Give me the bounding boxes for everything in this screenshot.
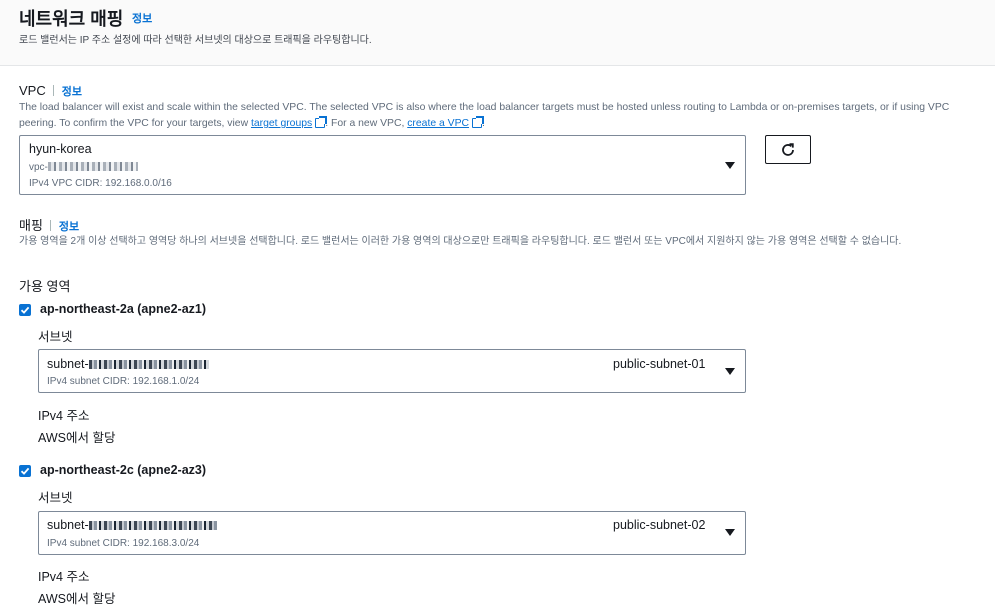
az-1-subnet-id: subnet- (47, 357, 209, 371)
vpc-select[interactable]: hyun-korea vpc- IPv4 VPC CIDR: 192.168.0… (19, 135, 746, 195)
mapping-label: 매핑 (19, 218, 43, 233)
az-1-subnet-cidr: IPv4 subnet CIDR: 192.168.1.0/24 (47, 376, 200, 387)
vpc-description: The load balancer will exist and scale w… (19, 100, 989, 132)
az-2-subnet-id: subnet- (47, 518, 217, 532)
az-2-ipv4-value: AWS에서 할당 (38, 592, 116, 606)
create-vpc-link[interactable]: create a VPC (407, 116, 485, 129)
caret-down-icon (725, 162, 735, 169)
az-2-subnet-label: 서브넷 (38, 491, 73, 505)
refresh-button[interactable] (765, 135, 811, 164)
az-2-subnet-name: public-subnet-02 (613, 518, 706, 532)
az-1-subnet-label: 서브넷 (38, 330, 73, 344)
header-description: 로드 밸런서는 IP 주소 설정에 따라 선택한 서브넷의 대상으로 트래픽을 … (19, 35, 372, 46)
az-2-name: ap-northeast-2c (apne2-az3) (40, 463, 207, 477)
target-groups-link[interactable]: target groups (251, 116, 328, 129)
refresh-icon (782, 143, 794, 156)
mapping-label-row: 매핑 정보 (19, 215, 79, 234)
caret-down-icon (725, 529, 735, 536)
az-2-subnet-cidr: IPv4 subnet CIDR: 192.168.3.0/24 (47, 538, 200, 549)
section-header: 네트워크 매핑 정보 로드 밸런서는 IP 주소 설정에 따라 선택한 서브넷의… (0, 0, 995, 66)
header-info-link[interactable]: 정보 (132, 10, 152, 26)
caret-down-icon (725, 368, 735, 375)
az-1-subnet-select[interactable]: subnet- IPv4 subnet CIDR: 192.168.1.0/24… (38, 349, 746, 393)
mapping-description: 가용 영역을 2개 이상 선택하고 영역당 하나의 서브넷을 선택합니다. 로드… (19, 236, 902, 247)
vpc-label-row: VPC 정보 (19, 83, 82, 99)
divider (49, 220, 51, 231)
az-1-name: ap-northeast-2a (apne2-az1) (40, 302, 207, 316)
external-link-icon (315, 116, 328, 128)
az-2-ipv4-label: IPv4 주소 (38, 570, 90, 584)
vpc-label: VPC (19, 83, 46, 98)
az-2-checkbox[interactable] (19, 465, 31, 477)
vpc-desc-text-2: . For a new VPC, (325, 118, 405, 129)
az-1-ipv4-value: AWS에서 할당 (38, 431, 116, 445)
check-icon (20, 306, 30, 314)
vpc-cidr: IPv4 VPC CIDR: 192.168.0.0/16 (29, 178, 172, 189)
mapping-info-link[interactable]: 정보 (59, 221, 79, 233)
vpc-selected-id: vpc- (29, 162, 138, 173)
vpc-selected-name: hyun-korea (29, 142, 92, 156)
az-1-ipv4-label: IPv4 주소 (38, 409, 90, 423)
redacted-id (88, 521, 217, 530)
external-link-icon (472, 116, 485, 128)
vpc-info-link[interactable]: 정보 (62, 86, 82, 98)
az-1-subnet-name: public-subnet-01 (613, 357, 706, 371)
az-1-checkbox[interactable] (19, 304, 31, 316)
page-title: 네트워크 매핑 (19, 9, 124, 29)
check-icon (20, 467, 30, 475)
az-2-subnet-select[interactable]: subnet- IPv4 subnet CIDR: 192.168.3.0/24… (38, 511, 746, 555)
redacted-id (47, 162, 138, 171)
az-heading: 가용 영역 (19, 279, 71, 294)
redacted-id (88, 360, 209, 369)
divider (52, 85, 54, 96)
